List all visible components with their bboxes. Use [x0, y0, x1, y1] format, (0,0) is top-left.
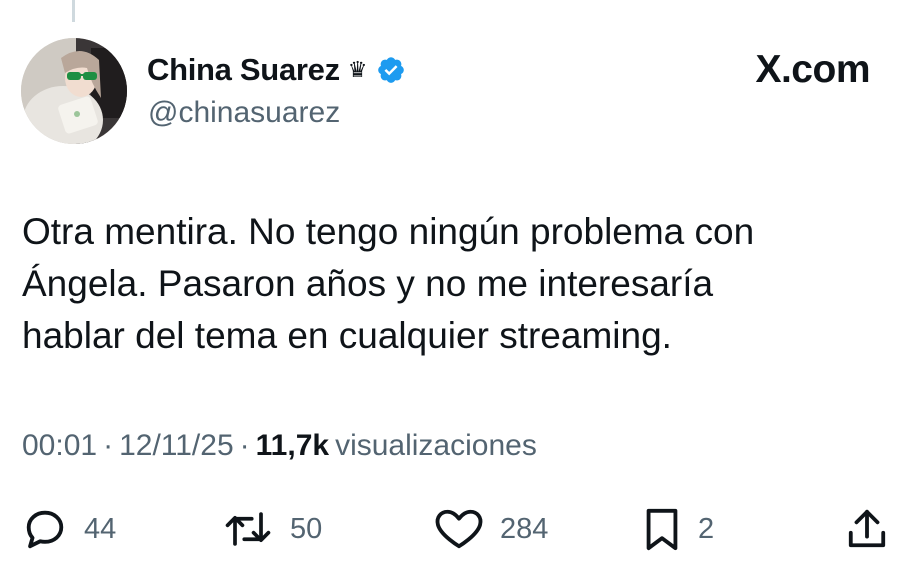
crown-icon: ♛	[347, 57, 368, 82]
tweet-date[interactable]: 12/11/25	[119, 429, 234, 463]
tweet-time[interactable]: 00:01	[22, 429, 97, 463]
share-button[interactable]	[846, 504, 888, 554]
bookmark-icon	[646, 508, 678, 551]
retweet-icon	[225, 512, 271, 546]
brand-watermark: X.com	[755, 48, 870, 91]
reply-button[interactable]: 44	[22, 504, 116, 554]
avatar-image	[21, 38, 127, 144]
tweet-text-line: hablar del tema en cualquier streaming.	[22, 315, 672, 356]
retweet-button[interactable]: 50	[222, 504, 322, 554]
reply-count: 44	[84, 512, 117, 545]
retweet-count: 50	[290, 512, 323, 545]
views-count: 11,7k	[255, 429, 330, 462]
bookmark-button[interactable]: 2	[642, 504, 714, 554]
reply-icon	[26, 510, 64, 549]
tweet-text-line: Otra mentira. No tengo ningún problema c…	[22, 211, 755, 252]
author-display-name[interactable]: China Suarez	[147, 52, 340, 88]
tweet-metadata: 00:01 · 12/11/25 · 11,7k visualizaciones	[22, 429, 537, 463]
like-count: 284	[500, 512, 549, 545]
tweet-text-line: Ángela. Pasaron años y no me interesaría	[22, 263, 714, 304]
thread-connector-line	[72, 0, 75, 22]
heart-icon	[435, 509, 483, 549]
verified-badge-icon[interactable]	[376, 55, 406, 85]
bookmark-count: 2	[698, 512, 715, 545]
action-bar: 44 50 284 2	[0, 504, 912, 554]
share-icon	[848, 509, 886, 548]
tweet-text: Otra mentira. No tengo ningún problema c…	[22, 206, 882, 362]
meta-separator: ·	[239, 429, 250, 462]
author-name-row: China Suarez ♛	[147, 50, 406, 90]
author-handle[interactable]: @chinasuarez	[148, 96, 340, 130]
meta-separator: ·	[103, 429, 114, 462]
views-label: visualizaciones	[335, 429, 537, 462]
like-button[interactable]: 284	[434, 504, 548, 554]
avatar[interactable]	[21, 38, 127, 144]
